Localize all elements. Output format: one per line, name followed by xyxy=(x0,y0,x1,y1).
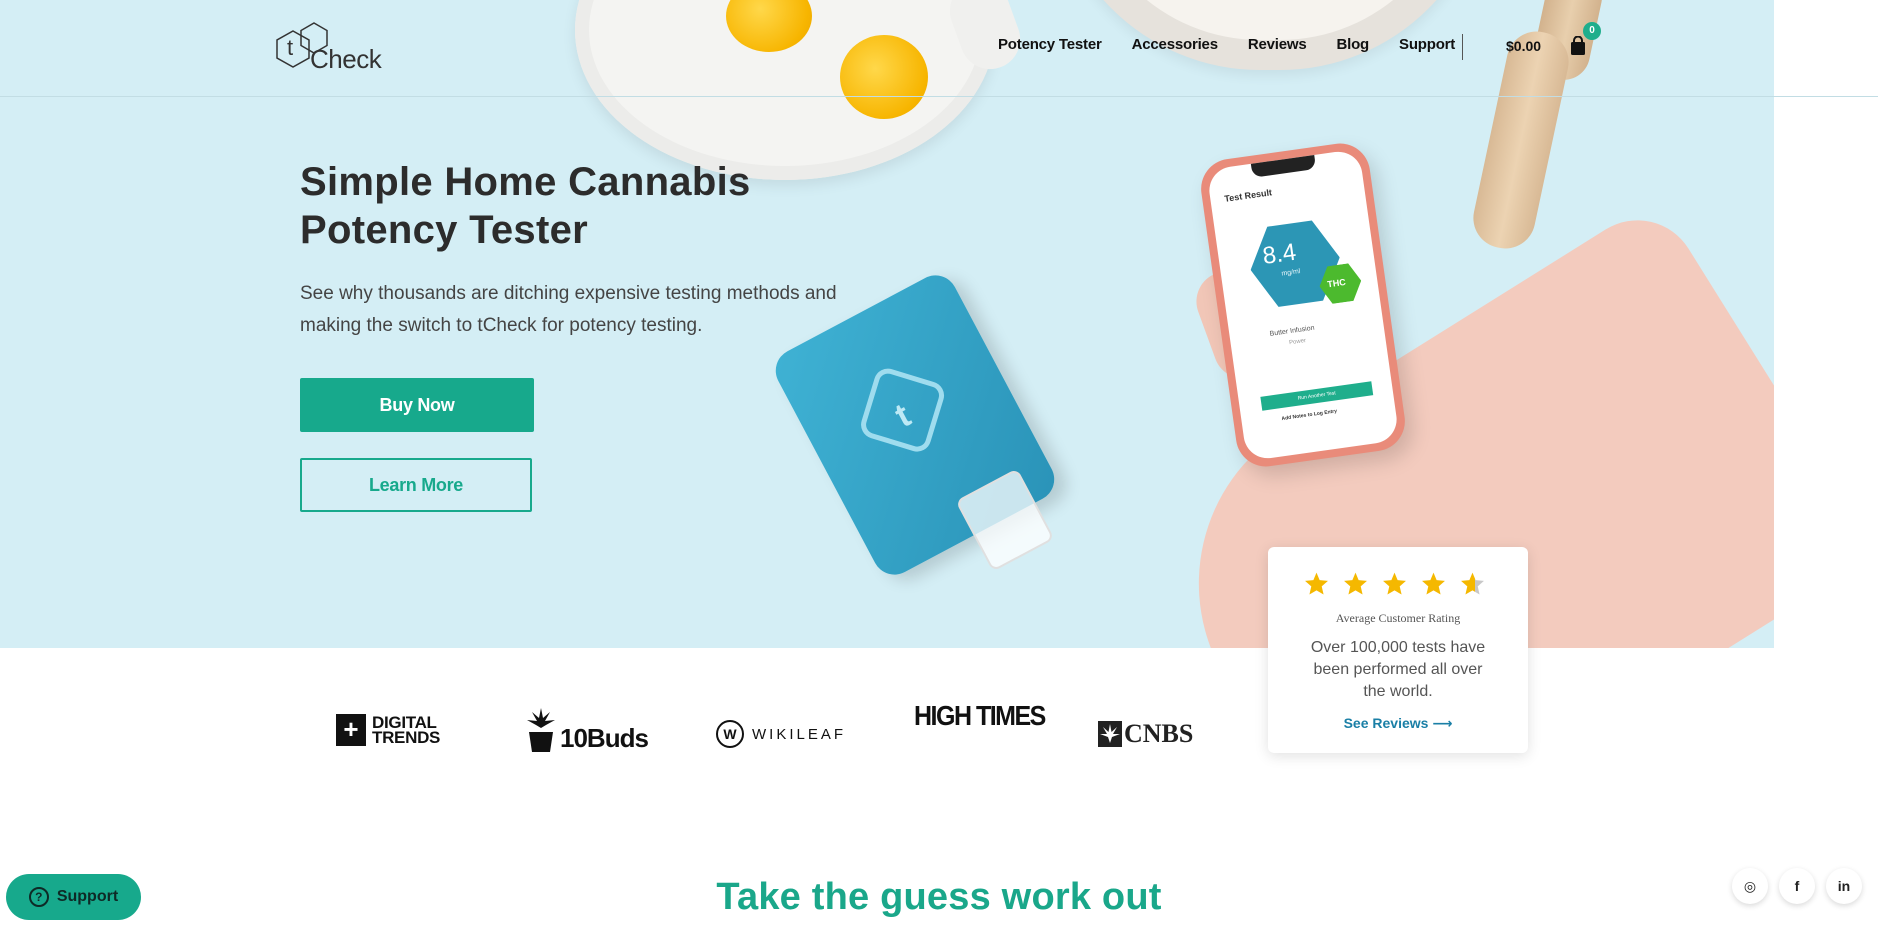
buy-now-button[interactable]: Buy Now xyxy=(300,378,534,432)
phone-notes-link: Add Notes to Log Entry xyxy=(1281,408,1338,423)
rating-card: Average Customer Rating Over 100,000 tes… xyxy=(1268,547,1528,753)
rating-label: Average Customer Rating xyxy=(1335,611,1461,625)
tenbuds-logo[interactable]: 10Buds xyxy=(524,694,649,754)
support-label: Support xyxy=(56,888,119,905)
nav-item-accessories[interactable]: Accessories xyxy=(1132,36,1218,58)
support-chat-button[interactable]: ? Support xyxy=(6,874,141,920)
nav-item-potency-tester[interactable]: Potency Tester xyxy=(998,36,1102,58)
hero-right-edge xyxy=(1774,0,1878,648)
nav-divider xyxy=(1462,34,1463,60)
cart-total[interactable]: $0.00 xyxy=(1506,38,1541,54)
phone-image: Test Result 8.4 mg/ml THC Butter Infusio… xyxy=(1197,139,1409,471)
phone-caption: Power xyxy=(1288,337,1307,347)
shopping-bag-icon[interactable] xyxy=(1570,36,1586,56)
wikileaf-logo[interactable]: W WIKILEAF xyxy=(716,704,846,764)
tcheck-logo[interactable]: t Check xyxy=(274,22,384,74)
hero-section: t Test Result 8.4 mg/ml THC Butter Infus… xyxy=(0,0,1878,648)
see-reviews-link[interactable]: See Reviews ⟶ xyxy=(1268,715,1528,732)
tenbuds-wordmark: 10Buds xyxy=(560,723,649,753)
nav-item-reviews[interactable]: Reviews xyxy=(1248,36,1307,58)
nav-item-support[interactable]: Support xyxy=(1399,36,1455,58)
cnbs-leaf-icon xyxy=(1098,721,1122,747)
egg-yolk-decoration xyxy=(840,35,928,119)
cannabis-pot-icon xyxy=(527,708,555,752)
learn-more-button[interactable]: Learn More xyxy=(300,458,532,512)
high-times-logo[interactable]: HIGH TIMES xyxy=(914,701,1046,767)
question-icon: ? xyxy=(28,887,49,907)
digital-trends-logo[interactable]: + DIGITAL TRENDS xyxy=(336,700,440,760)
main-nav: Potency Tester Accessories Reviews Blog … xyxy=(998,36,1455,58)
cnbs-logo[interactable]: CNBS xyxy=(1098,704,1193,764)
rating-description: Over 100,000 tests have been performed a… xyxy=(1310,639,1486,700)
wikileaf-mark-icon: W xyxy=(716,720,744,748)
logo-text: Check xyxy=(310,44,382,74)
cart-count-badge: 0 xyxy=(1583,22,1601,40)
star-icon xyxy=(1422,572,1445,595)
half-star-icon xyxy=(1461,572,1484,595)
high-times-wordmark: HIGH TIMES xyxy=(914,701,1046,732)
phone-run-test-button: Run Another Test xyxy=(1260,381,1374,411)
linkedin-icon[interactable]: in xyxy=(1826,868,1862,904)
star-icon xyxy=(1344,572,1367,595)
wikileaf-wordmark: WIKILEAF xyxy=(752,725,847,743)
logo-letter: t xyxy=(287,35,294,60)
digital-trends-plus-icon: + xyxy=(336,714,366,746)
instagram-icon[interactable]: ◎ xyxy=(1732,868,1768,904)
nav-item-blog[interactable]: Blog xyxy=(1336,36,1369,58)
phone-screen-title: Test Result xyxy=(1223,187,1273,204)
cnbs-wordmark: CNBS xyxy=(1124,719,1194,748)
result-value: 8.4 xyxy=(1260,238,1298,270)
rolling-pin-decoration xyxy=(1467,25,1575,255)
star-icon xyxy=(1383,572,1406,595)
digital-trends-line2: TRENDS xyxy=(372,728,441,747)
star-icon xyxy=(1305,572,1328,595)
hero-title: Simple Home Cannabis Potency Tester xyxy=(300,160,751,252)
facebook-icon[interactable]: f xyxy=(1779,868,1815,904)
phone-screen: Test Result 8.4 mg/ml THC Butter Infusio… xyxy=(1206,148,1400,462)
phone-subtitle: Butter Infusion xyxy=(1269,324,1315,338)
section-title: Take the guess work out xyxy=(716,876,1162,918)
hero-description: See why thousands are ditching expensive… xyxy=(300,283,837,336)
header-divider xyxy=(0,96,1878,97)
star-rating xyxy=(1304,571,1485,596)
digital-trends-wordmark: DIGITAL TRENDS xyxy=(372,714,441,747)
phone-notch xyxy=(1250,154,1317,178)
